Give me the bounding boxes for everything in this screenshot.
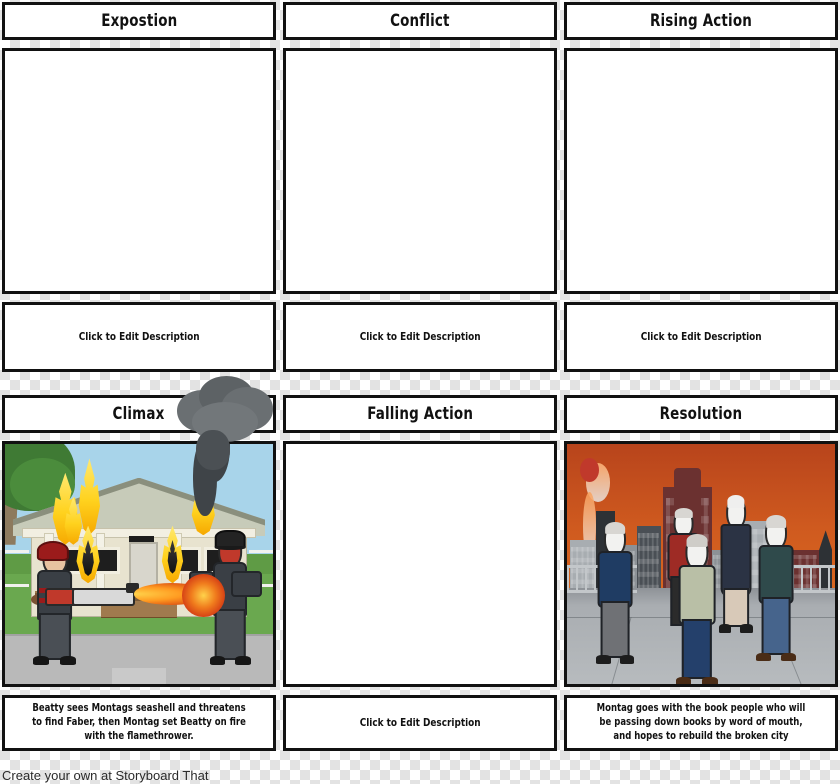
shoe xyxy=(781,652,796,662)
cell-title-text: Climax xyxy=(113,404,165,424)
attribution-footer: Create your own at Storyboard That xyxy=(2,768,209,783)
cell-description-falling-action[interactable]: Click to Edit Description xyxy=(283,695,557,751)
cell-description-climax[interactable]: Beatty sees Montags seashell and threate… xyxy=(2,695,276,751)
beatty-burning-flame xyxy=(181,573,225,617)
storyboard-cell-resolution[interactable]: Resolution Montag goes with the book peo… xyxy=(564,395,838,782)
hair xyxy=(605,521,626,535)
legs xyxy=(38,613,71,661)
legs xyxy=(681,618,713,680)
cell-title-climax[interactable]: Climax xyxy=(2,395,276,433)
arm-right xyxy=(231,571,263,597)
cell-description-conflict[interactable]: Click to Edit Description xyxy=(283,302,557,372)
legs xyxy=(761,596,791,656)
legs xyxy=(214,609,246,660)
fire-captain-cap-icon xyxy=(214,530,246,551)
cell-title-resolution[interactable]: Resolution xyxy=(564,395,838,433)
cell-title-text: Rising Action xyxy=(649,11,753,31)
legs xyxy=(600,601,630,659)
shoe xyxy=(702,676,718,684)
cell-image-conflict[interactable] xyxy=(283,48,557,294)
resolution-scene xyxy=(567,444,835,684)
cell-title-text: Expostion xyxy=(100,11,178,31)
firefighter-helmet-icon xyxy=(36,541,69,561)
torso xyxy=(678,564,716,626)
cell-description-exposition[interactable]: Click to Edit Description xyxy=(2,302,276,372)
book-person-montag xyxy=(674,533,720,684)
legs xyxy=(722,588,749,628)
book-person-4 xyxy=(755,514,798,662)
climax-scene xyxy=(5,444,273,684)
shoe xyxy=(596,655,611,664)
cell-image-rising-action[interactable] xyxy=(564,48,838,294)
cell-description-text: Click to Edit Description xyxy=(640,329,762,343)
cell-description-resolution[interactable]: Montag goes with the book people who wil… xyxy=(564,695,838,751)
cell-image-exposition[interactable] xyxy=(2,48,276,294)
cell-image-falling-action[interactable] xyxy=(283,441,557,687)
storyboard-cell-falling-action[interactable]: Falling Action Click to Edit Description xyxy=(283,395,557,782)
cell-title-rising-action[interactable]: Rising Action xyxy=(564,2,838,40)
cell-title-text: Resolution xyxy=(659,404,743,424)
shoe xyxy=(235,655,251,665)
cell-title-conflict[interactable]: Conflict xyxy=(283,2,557,40)
cell-title-text: Conflict xyxy=(390,11,450,31)
cell-description-text: Beatty sees Montags seashell and threate… xyxy=(32,702,246,742)
shoe xyxy=(740,624,754,633)
shoe xyxy=(676,676,692,684)
shoe xyxy=(209,655,225,665)
book-person-3 xyxy=(717,495,755,633)
shoe xyxy=(718,624,732,633)
cell-description-rising-action[interactable]: Click to Edit Description xyxy=(564,302,838,372)
shoe xyxy=(756,652,771,662)
cell-image-resolution[interactable] xyxy=(564,441,838,687)
cell-title-text: Falling Action xyxy=(367,404,473,424)
hair xyxy=(686,533,708,548)
shoe xyxy=(619,655,635,664)
cell-description-text: Click to Edit Description xyxy=(359,329,481,343)
storyboard-cell-rising-action[interactable]: Rising Action Click to Edit Description xyxy=(564,2,838,372)
cell-title-exposition[interactable]: Expostion xyxy=(2,2,276,40)
shoe xyxy=(32,656,50,665)
storyboard-canvas: Expostion Click to Edit Description Conf… xyxy=(0,0,840,784)
hair xyxy=(674,507,693,519)
cell-description-text: Click to Edit Description xyxy=(359,715,481,729)
walkway-path xyxy=(112,667,166,684)
storyboard-cell-conflict[interactable]: Conflict Click to Edit Description xyxy=(283,2,557,372)
torso xyxy=(597,551,633,608)
hair xyxy=(727,495,745,508)
dress xyxy=(720,523,752,598)
cell-description-text: Click to Edit Description xyxy=(78,329,200,343)
storyboard-cell-climax[interactable]: Climax Beatty sees Montags seashell and … xyxy=(2,395,276,782)
step xyxy=(100,613,178,619)
torso xyxy=(758,544,794,604)
cell-image-climax[interactable] xyxy=(2,441,276,687)
storyboard-cell-exposition[interactable]: Expostion Click to Edit Description xyxy=(2,2,276,372)
shoe xyxy=(60,656,77,665)
cell-description-text: Montag goes with the book people who wil… xyxy=(596,702,806,742)
cell-title-falling-action[interactable]: Falling Action xyxy=(283,395,557,433)
book-person-1 xyxy=(594,521,637,664)
hair xyxy=(766,514,786,528)
